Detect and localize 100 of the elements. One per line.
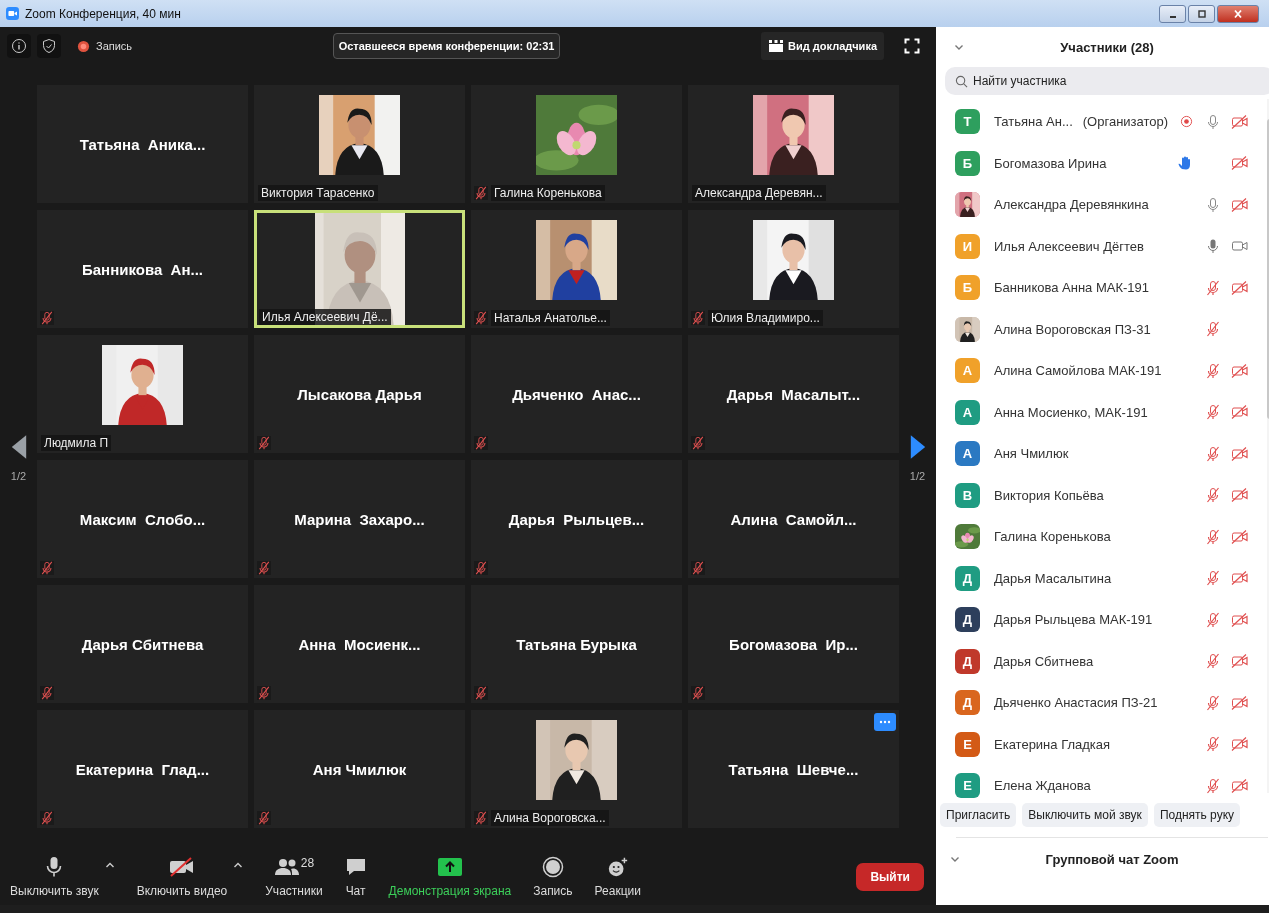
video-button[interactable]: Включить видео [134, 855, 230, 898]
page-indicator: 1/2 [10, 469, 27, 482]
participant-name: Банникова Ан... [81, 260, 203, 278]
avatar: А [955, 399, 980, 425]
chat-button[interactable]: Чат [342, 855, 369, 898]
participant-row[interactable]: А Аня Чмилюк [936, 433, 1268, 475]
reactions-button[interactable]: Реакции [592, 855, 643, 898]
speaker-view-button[interactable]: Вид докладчика [761, 32, 884, 60]
participant-count: 28 [300, 855, 315, 870]
participant-name: Людмила П [41, 435, 112, 451]
participant-name: Дарья Рыльцева МАК-191 [994, 612, 1153, 628]
chat-title: Групповой чат Zoom [1045, 851, 1179, 867]
share-screen-button[interactable]: Демонстрация экрана [386, 855, 514, 898]
info-button[interactable] [7, 34, 31, 58]
participant-row[interactable]: А Анна Мосиенко, МАК-191 [936, 391, 1268, 433]
participant-name: Аня Чмилюк [312, 760, 407, 778]
participant-row[interactable]: Б Банникова Анна МАК-191 [936, 267, 1268, 309]
participant-name: Богомазова Ирина [994, 155, 1107, 171]
caret-up-icon [233, 861, 244, 868]
participant-name: Аня Чмилюк [994, 446, 1069, 462]
participant-name: Галина Коренькова [994, 529, 1111, 545]
participant-name: Екатерина Гладкая [994, 736, 1111, 752]
participant-name: Татьяна Шевче... [728, 760, 859, 778]
participant-row[interactable]: Д Дьяченко Анастасия ПЗ-21 [936, 682, 1268, 724]
search-field[interactable]: Найти участника [945, 67, 1269, 95]
avatar: Т [955, 109, 980, 135]
fullscreen-button[interactable] [902, 36, 922, 56]
participant-name: Юлия Владимиро... [708, 310, 823, 326]
avatar: Б [955, 275, 980, 301]
participant-name: Виктория Тарасенко [258, 185, 378, 201]
panel-button[interactable]: Пригласить [940, 803, 1017, 827]
participant-row[interactable]: Д Дарья Сбитнева [936, 640, 1268, 682]
camera-off-icon [168, 855, 195, 878]
grid-icon [768, 38, 785, 54]
participant-name: Алина Вороговска... [491, 810, 609, 826]
close-button[interactable] [1217, 4, 1259, 23]
avatar: Е [955, 773, 980, 799]
window-title: Zoom Конференция, 40 мин [25, 6, 181, 21]
participant-name: Татьяна Аника... [79, 135, 206, 153]
participant-row[interactable]: Галина Коренькова [936, 516, 1268, 558]
participant-name: Лысакова Дарья [297, 385, 422, 403]
maximize-button[interactable] [1188, 4, 1215, 23]
participant-name: Галина Коренькова [491, 185, 605, 201]
more-options-button[interactable] [874, 713, 896, 731]
avatar: Д [955, 690, 980, 716]
avatar: Д [955, 607, 980, 633]
participant-name: Александра Деревян... [692, 185, 826, 201]
recording-icon [77, 39, 90, 53]
panel-title: Участники (28) [1060, 39, 1154, 55]
leave-button[interactable]: Выйти [856, 862, 924, 891]
camera-app-icon [6, 7, 19, 20]
participant-name: Илья Алексеевич Дёгтев [994, 238, 1144, 254]
mute-button[interactable]: Выключить звук [8, 855, 101, 898]
participant-row[interactable]: Александра Деревянкина [936, 184, 1268, 226]
record-icon [541, 855, 564, 878]
minimize-icon [1169, 15, 1176, 18]
panel-button[interactable]: Выключить мой звук [1022, 803, 1148, 827]
page-indicator: 1/2 [909, 469, 926, 482]
participant-name: Татьяна Бурыка [516, 635, 637, 653]
participant-name: Екатерина Глад... [75, 760, 210, 778]
panel-button[interactable]: Поднять руку [1153, 803, 1241, 827]
maximize-icon [1195, 8, 1208, 19]
smiley-add-icon [606, 855, 629, 878]
participant-row[interactable]: Алина Вороговская ПЗ-31 [936, 308, 1268, 350]
minimize-button[interactable] [1159, 4, 1186, 23]
record-button[interactable]: Запись [531, 855, 575, 898]
participant-name: Алина Вороговская ПЗ-31 [994, 321, 1151, 337]
participant-name: Алина Самойл... [730, 510, 857, 528]
search-icon [955, 75, 968, 88]
participant-name: Дьяченко Анас... [512, 385, 641, 403]
participant-row[interactable]: В Виктория Копьёва [936, 474, 1268, 516]
participant-name: Елена Жданова [994, 778, 1091, 794]
participant-row[interactable]: Д Дарья Масалытина [936, 557, 1268, 599]
recording-label: Запись [96, 40, 133, 52]
security-button[interactable] [37, 34, 61, 58]
avatar: Д [955, 565, 980, 591]
participant-row[interactable]: И Илья Алексеевич Дёгтев [936, 225, 1268, 267]
chevron-down-icon [954, 44, 964, 50]
participant-name: Марина Захаро... [294, 510, 425, 528]
participant-name: Дарья Рыльцев... [508, 510, 645, 528]
participant-row[interactable]: Е Екатерина Гладкая [936, 723, 1268, 765]
close-icon [1232, 8, 1244, 19]
chevron-down-icon [950, 856, 960, 862]
participant-name: Александра Деревянкина [994, 197, 1149, 213]
caret-up-icon [104, 861, 115, 868]
participant-name: Анна Мосиенко, МАК-191 [994, 404, 1148, 420]
avatar: А [955, 358, 980, 384]
avatar: Б [955, 150, 980, 176]
participant-name: Дарья Сбитнева [994, 653, 1094, 669]
participant-name: Виктория Копьёва [994, 487, 1104, 503]
participants-button[interactable]: 28 Участники [263, 855, 325, 898]
participant-row[interactable]: А Алина Самойлова МАК-191 [936, 350, 1268, 392]
avatar: Е [955, 731, 980, 757]
more-icon [879, 720, 891, 724]
participant-row[interactable]: Т Татьяна Ан... (Организатор) [936, 101, 1268, 143]
shield-icon [41, 38, 57, 54]
participant-name: Алина Самойлова МАК-191 [994, 363, 1162, 379]
avatar: Д [955, 648, 980, 674]
participant-row[interactable]: Д Дарья Рыльцева МАК-191 [936, 599, 1268, 641]
participant-row[interactable]: Б Богомазова Ирина [936, 142, 1268, 184]
